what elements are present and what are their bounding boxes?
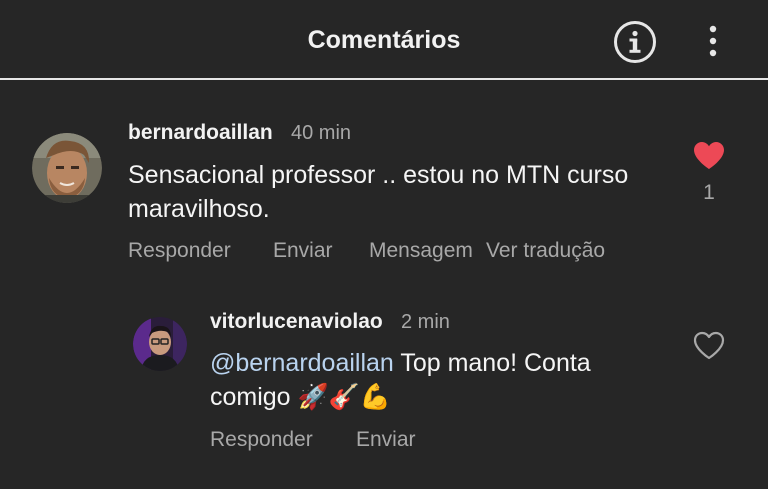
heart-filled-icon[interactable]	[693, 141, 725, 170]
comment-username[interactable]: bernardoaillan	[128, 121, 273, 145]
mention-link[interactable]: @bernardoaillan	[210, 349, 394, 377]
heart-outline-icon[interactable]	[693, 331, 725, 360]
send-button[interactable]: Enviar	[356, 428, 416, 452]
reply-button[interactable]: Responder	[128, 239, 231, 263]
guitar-emoji: 🎸	[328, 382, 360, 411]
rocket-emoji: 🚀	[297, 382, 329, 411]
comment-username[interactable]: vitorlucenaviolao	[210, 310, 383, 334]
avatar[interactable]	[32, 133, 102, 203]
comment-text: @bernardoaillan Top mano! Conta comigo 🚀…	[210, 346, 660, 414]
comment-text: Sensacional professor .. estou no MTN cu…	[128, 161, 629, 223]
comment-time: 2 min	[401, 311, 450, 333]
info-icon[interactable]	[613, 20, 657, 64]
comment-time: 40 min	[291, 122, 352, 144]
flexed-biceps-emoji: 💪	[359, 382, 391, 411]
more-vertical-icon[interactable]	[700, 22, 726, 62]
comment-text-line1: Top mano! Conta	[393, 349, 591, 377]
header-bar: Comentários	[0, 0, 768, 80]
comment-text-line2: comigo	[210, 383, 298, 411]
message-button[interactable]: Mensagem	[369, 239, 473, 263]
see-translation-button[interactable]: Ver tradução	[486, 239, 605, 263]
like-count: 1	[703, 181, 715, 204]
avatar[interactable]	[133, 317, 187, 371]
send-button[interactable]: Enviar	[273, 239, 333, 263]
reply-button[interactable]: Responder	[210, 428, 313, 452]
